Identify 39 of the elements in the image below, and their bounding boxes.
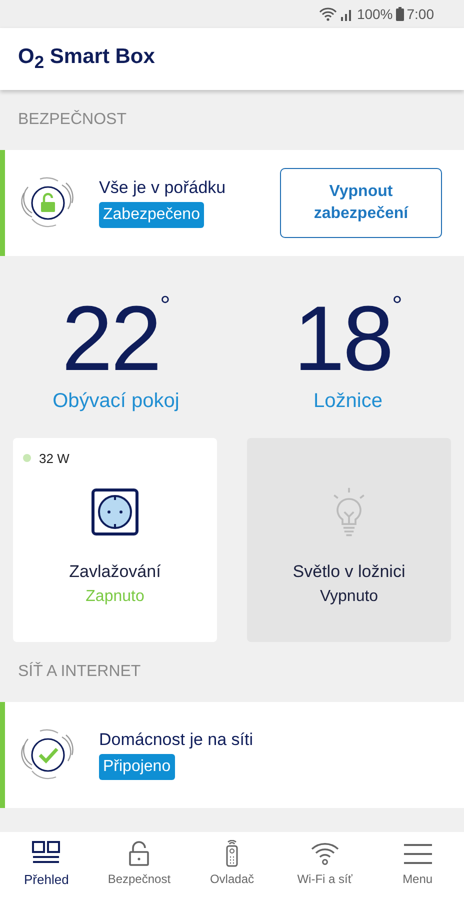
status-title: Domácnost je na síti <box>99 730 254 750</box>
device-state: Zapnuto <box>86 588 144 606</box>
device-state: Vypnuto <box>320 588 378 606</box>
battery-percent: 100% <box>356 6 393 22</box>
nav-tab[interactable]: Bezpečnost <box>92 832 186 900</box>
wifi-icon <box>310 840 340 868</box>
nav-label: Ovladač <box>210 872 254 886</box>
signal-icon <box>340 7 354 21</box>
section-heading: BEZPEČNOST <box>17 109 128 129</box>
nav-label: Bezpečnost <box>108 872 171 886</box>
device-name: Světlo v ložnici <box>292 562 406 582</box>
power-reading: 32 W <box>39 450 70 466</box>
socket-icon <box>91 486 139 538</box>
section-heading: SÍŤ A INTERNET <box>17 661 142 681</box>
power-dot-icon <box>23 454 31 462</box>
degree-sign: ° <box>160 290 170 321</box>
wifi-icon <box>318 7 337 21</box>
room-name[interactable]: Obývací pokoj <box>52 390 180 413</box>
temperature-value: 22 <box>62 294 160 384</box>
temperature-value: 18 <box>294 294 392 384</box>
status-title: Vše je v pořádku <box>99 178 226 198</box>
nav-label: Přehled <box>24 872 69 887</box>
nav-tab[interactable]: Wi-Fi a síť <box>278 832 372 900</box>
nav-tab[interactable]: Menu <box>371 832 464 900</box>
clock: 7:00 <box>406 6 434 22</box>
device-name: Zavlažování <box>69 562 161 582</box>
nav-tab[interactable]: Přehled <box>0 832 93 900</box>
disarm-button[interactable]: Vypnout zabezpečení <box>280 168 442 238</box>
app-title: O$_{2}$ Smart Box <box>18 44 155 74</box>
nav-tab[interactable]: Ovladač <box>186 832 278 900</box>
battery-icon <box>396 7 404 21</box>
status-badge: Připojeno <box>99 754 175 780</box>
degree-sign: ° <box>392 290 402 321</box>
device-tile[interactable]: Světlo v ložnici Vypnuto <box>247 438 451 642</box>
nav-label: Menu <box>402 872 433 886</box>
nav-label: Wi-Fi a síť <box>297 872 352 886</box>
device-tile[interactable]: 32 W Zavlažování Zapnuto <box>13 438 217 642</box>
status-badge: Zabezpečeno <box>99 202 204 228</box>
room-name[interactable]: Ložnice <box>314 390 382 413</box>
